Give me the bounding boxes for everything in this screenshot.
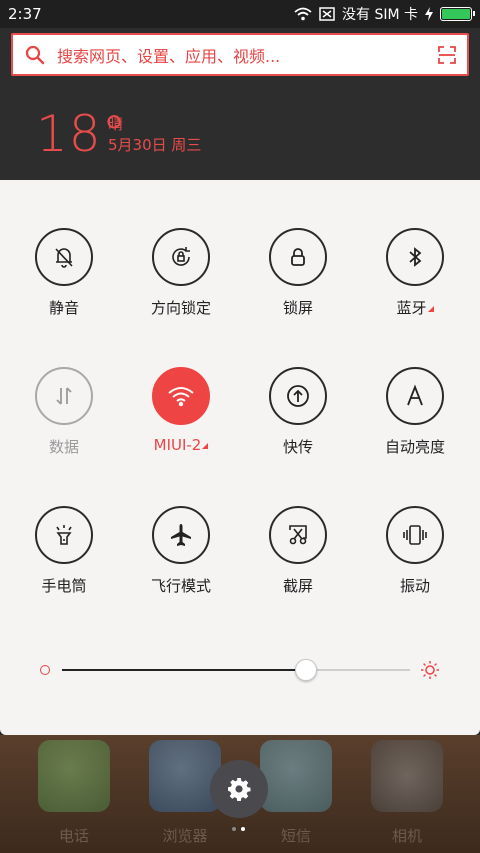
- tile-bluetooth[interactable]: 蓝牙: [355, 228, 475, 318]
- messages-icon: [260, 740, 332, 812]
- auto-brightness-icon: [386, 367, 444, 425]
- brightness-track[interactable]: [62, 659, 410, 681]
- app-label: 浏览器: [162, 827, 208, 845]
- wifi-status-icon: [294, 7, 312, 21]
- status-bar: 2:37 没有 SIM 卡: [0, 0, 480, 28]
- weather-widget[interactable]: 18° 晴 5月30日 周三: [36, 106, 201, 162]
- rotation-lock-icon: [152, 228, 210, 286]
- tile-quick-transfer[interactable]: 快传: [238, 367, 358, 457]
- lock-icon: [269, 228, 327, 286]
- tile-mobile-data[interactable]: 数据: [4, 367, 124, 457]
- brightness-slider[interactable]: [40, 659, 440, 681]
- camera-icon: [371, 740, 443, 812]
- quick-settings-panel: 静音 方向锁定 锁屏 蓝牙 数据 MIUI-2 快传 自动亮度 手电筒 飞行模式…: [0, 180, 480, 735]
- settings-button[interactable]: [210, 760, 268, 818]
- tile-label: 锁屏: [282, 299, 313, 317]
- tile-label: 飞行模式: [150, 577, 211, 595]
- tile-airplane-mode[interactable]: 飞行模式: [121, 506, 241, 596]
- tile-auto-brightness[interactable]: 自动亮度: [355, 367, 475, 457]
- flashlight-icon: [35, 506, 93, 564]
- tile-label: 快传: [282, 438, 313, 456]
- battery-level: [442, 9, 470, 19]
- transfer-icon: [269, 367, 327, 425]
- app-messages[interactable]: 短信: [258, 740, 334, 846]
- tile-label: 振动: [399, 577, 430, 595]
- status-time: 2:37: [8, 5, 42, 23]
- weather-info: 晴 5月30日 周三: [108, 114, 201, 156]
- weather-date: 5月30日 周三: [108, 136, 202, 154]
- brightness-min-icon: [40, 665, 50, 675]
- brightness-fill: [62, 669, 306, 671]
- scan-icon[interactable]: [427, 45, 467, 65]
- tile-vibrate[interactable]: 振动: [355, 506, 475, 596]
- search-icon: [13, 35, 57, 74]
- page-indicator: [232, 827, 245, 831]
- browser-icon: [149, 740, 221, 812]
- tile-mute[interactable]: 静音: [4, 228, 124, 318]
- tile-label: 自动亮度: [384, 438, 445, 456]
- battery-icon: [440, 7, 475, 21]
- charging-icon: [425, 7, 433, 21]
- tile-label: MIUI-2: [121, 436, 241, 454]
- no-sim-icon: [319, 7, 335, 21]
- search-bar[interactable]: 搜索网页、设置、应用、视频...: [11, 33, 469, 76]
- tile-rotation-lock[interactable]: 方向锁定: [121, 228, 241, 318]
- vibrate-icon: [386, 506, 444, 564]
- status-right: 没有 SIM 卡: [294, 4, 475, 24]
- tile-lock-screen[interactable]: 锁屏: [238, 228, 358, 318]
- bluetooth-label: 蓝牙: [396, 299, 427, 317]
- app-phone[interactable]: 电话: [36, 740, 112, 846]
- bluetooth-icon: [386, 228, 444, 286]
- tile-label: 截屏: [282, 577, 313, 595]
- screenshot-icon: [269, 506, 327, 564]
- app-label: 短信: [280, 827, 311, 845]
- app-label: 相机: [391, 827, 422, 845]
- expand-indicator-icon: [202, 443, 209, 449]
- page-dot-active: [241, 827, 245, 831]
- carrier-text: 没有 SIM 卡: [342, 7, 418, 23]
- tile-label: 数据: [48, 438, 79, 456]
- expand-indicator-icon: [427, 306, 434, 312]
- tile-wifi[interactable]: MIUI-2: [121, 367, 241, 454]
- tile-label: 手电筒: [41, 577, 87, 595]
- data-icon: [35, 367, 93, 425]
- search-placeholder: 搜索网页、设置、应用、视频...: [57, 46, 281, 66]
- tile-label: 蓝牙: [355, 297, 475, 318]
- wifi-icon: [152, 367, 210, 425]
- brightness-max-icon: [421, 661, 439, 679]
- wifi-label: MIUI-2: [153, 436, 202, 454]
- tile-label: 静音: [48, 299, 79, 317]
- weather-condition: 晴: [108, 115, 124, 133]
- brightness-thumb[interactable]: [294, 659, 317, 681]
- tile-screenshot[interactable]: 截屏: [238, 506, 358, 596]
- phone-icon: [38, 740, 110, 812]
- app-label: 电话: [58, 827, 89, 845]
- airplane-icon: [152, 506, 210, 564]
- app-camera[interactable]: 相机: [369, 740, 445, 846]
- tile-label: 方向锁定: [150, 299, 211, 317]
- page-dot: [232, 827, 236, 831]
- bell-off-icon: [35, 228, 93, 286]
- tile-flashlight[interactable]: 手电筒: [4, 506, 124, 596]
- gear-icon: [228, 778, 251, 801]
